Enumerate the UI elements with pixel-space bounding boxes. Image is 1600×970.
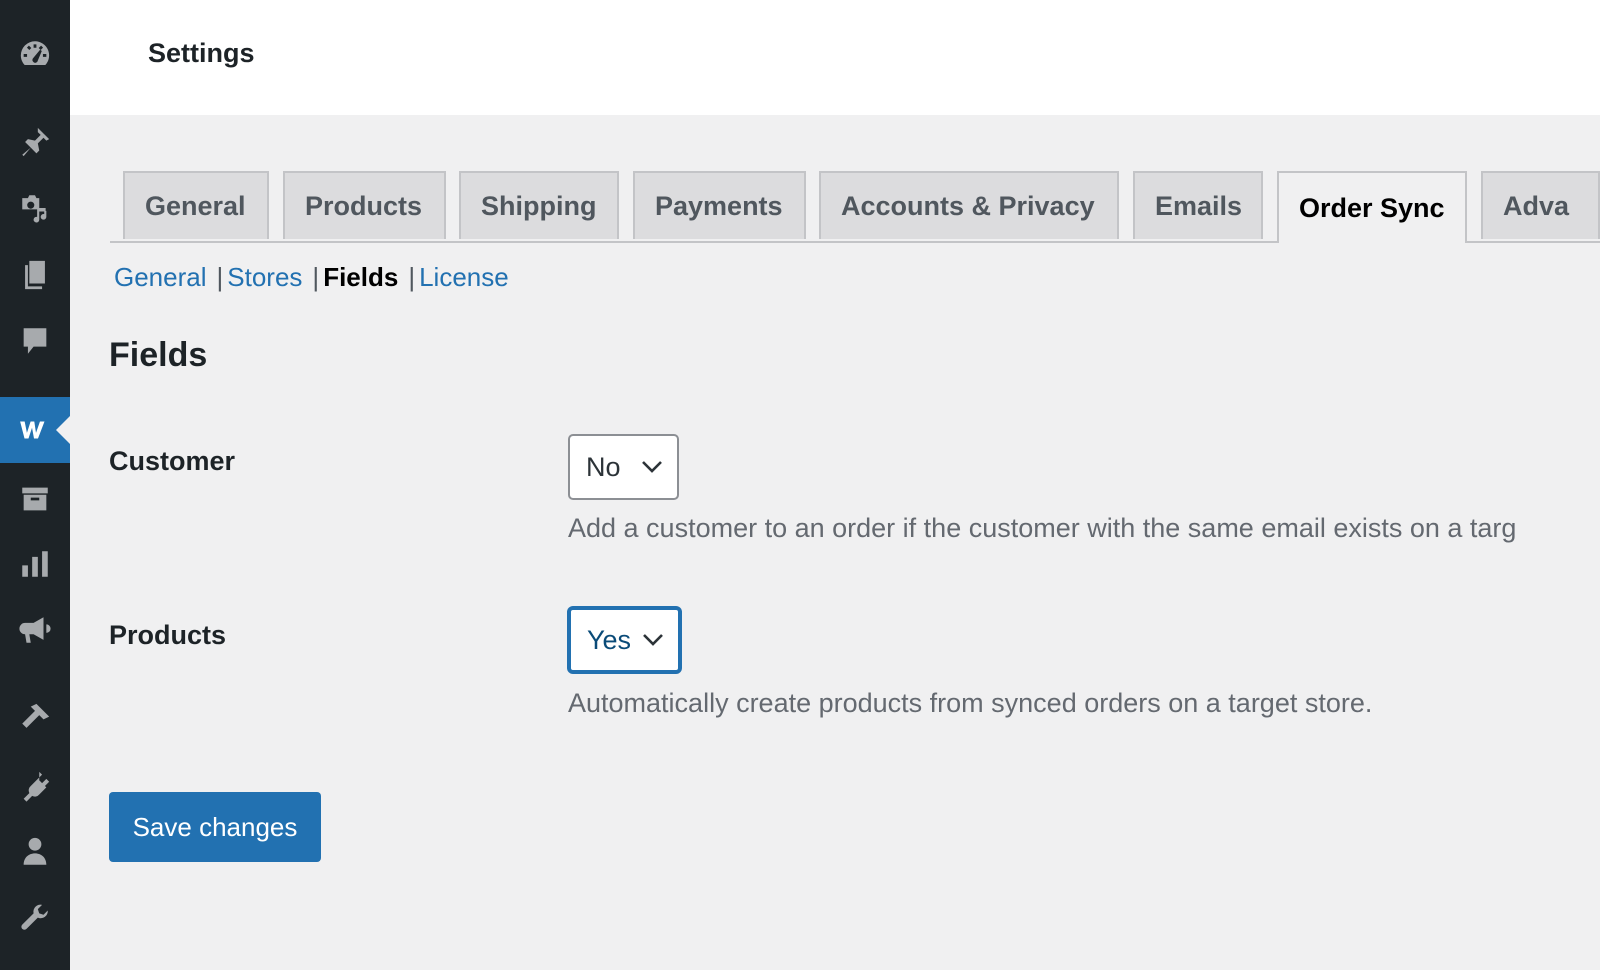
woocommerce-icon: [20, 421, 45, 439]
page-title: Settings: [148, 38, 255, 68]
subnav-fields[interactable]: Fields: [323, 262, 398, 292]
tab-emails[interactable]: Emails: [1133, 171, 1263, 239]
page-header: Settings: [70, 0, 1600, 115]
save-changes-button[interactable]: Save changes: [109, 792, 321, 862]
tab-products[interactable]: Products: [283, 171, 446, 239]
pin-icon: [22, 127, 50, 157]
settings-tabs: General Products Shipping Payments Accou…: [110, 171, 1600, 243]
tools-icon: [21, 904, 48, 930]
customer-select-value: No: [586, 451, 621, 482]
analytics-icon: [22, 551, 48, 577]
subnav-license[interactable]: License: [419, 262, 509, 292]
sidebar-item-archive[interactable]: [0, 466, 70, 532]
section-title: Fields: [109, 336, 208, 374]
media-icon: [22, 195, 47, 223]
sidebar-item-media[interactable]: [0, 175, 70, 241]
plugins-icon: [23, 771, 50, 802]
products-label: Products: [109, 620, 227, 650]
dashboard-icon: [20, 41, 50, 66]
sidebar-item-plugins[interactable]: [0, 753, 70, 819]
sidebar-item-users[interactable]: [0, 819, 70, 885]
archive-icon: [22, 487, 48, 511]
sidebar-item-pages[interactable]: [0, 242, 70, 308]
sidebar-item-woocommerce[interactable]: [0, 397, 70, 463]
tab-order-sync[interactable]: Order Sync: [1277, 171, 1467, 243]
tab-accounts-privacy[interactable]: Accounts & Privacy: [819, 171, 1119, 239]
chevron-down-icon: [643, 634, 663, 646]
subnav-separator: |: [312, 262, 320, 292]
tab-advanced[interactable]: Adva: [1481, 171, 1600, 239]
users-icon: [23, 837, 47, 865]
sidebar-item-analytics[interactable]: [0, 531, 70, 597]
appearance-icon: [22, 703, 50, 728]
tab-payments[interactable]: Payments: [633, 171, 806, 239]
products-select[interactable]: Yes: [568, 607, 681, 673]
sidebar-item-appearance[interactable]: [0, 685, 70, 751]
sidebar-item-posts[interactable]: [0, 109, 70, 175]
sidebar-item-dashboard[interactable]: [0, 21, 70, 87]
tab-general[interactable]: General: [123, 171, 269, 239]
sidebar-item-marketing[interactable]: [0, 597, 70, 663]
sidebar-item-comments[interactable]: [0, 308, 70, 374]
products-description: Automatically create products from synce…: [568, 688, 1373, 718]
comments-icon: [23, 328, 47, 354]
pages-icon: [25, 260, 45, 290]
subnav-stores[interactable]: Stores: [227, 262, 302, 292]
sub-navigation: General | Stores | Fields | License: [114, 262, 509, 293]
customer-description: Add a customer to an order if the custom…: [568, 513, 1517, 543]
products-select-value: Yes: [587, 624, 632, 655]
subnav-general[interactable]: General: [114, 262, 207, 292]
sidebar-item-tools[interactable]: [0, 886, 70, 952]
subnav-separator: |: [408, 262, 416, 292]
customer-label: Customer: [109, 446, 236, 476]
customer-select[interactable]: No: [568, 434, 679, 500]
tab-shipping[interactable]: Shipping: [459, 171, 619, 239]
subnav-separator: |: [216, 262, 224, 292]
admin-sidebar: [0, 0, 70, 970]
chevron-down-icon: [642, 461, 662, 473]
active-menu-arrow: [56, 416, 70, 444]
megaphone-icon: [19, 617, 51, 643]
